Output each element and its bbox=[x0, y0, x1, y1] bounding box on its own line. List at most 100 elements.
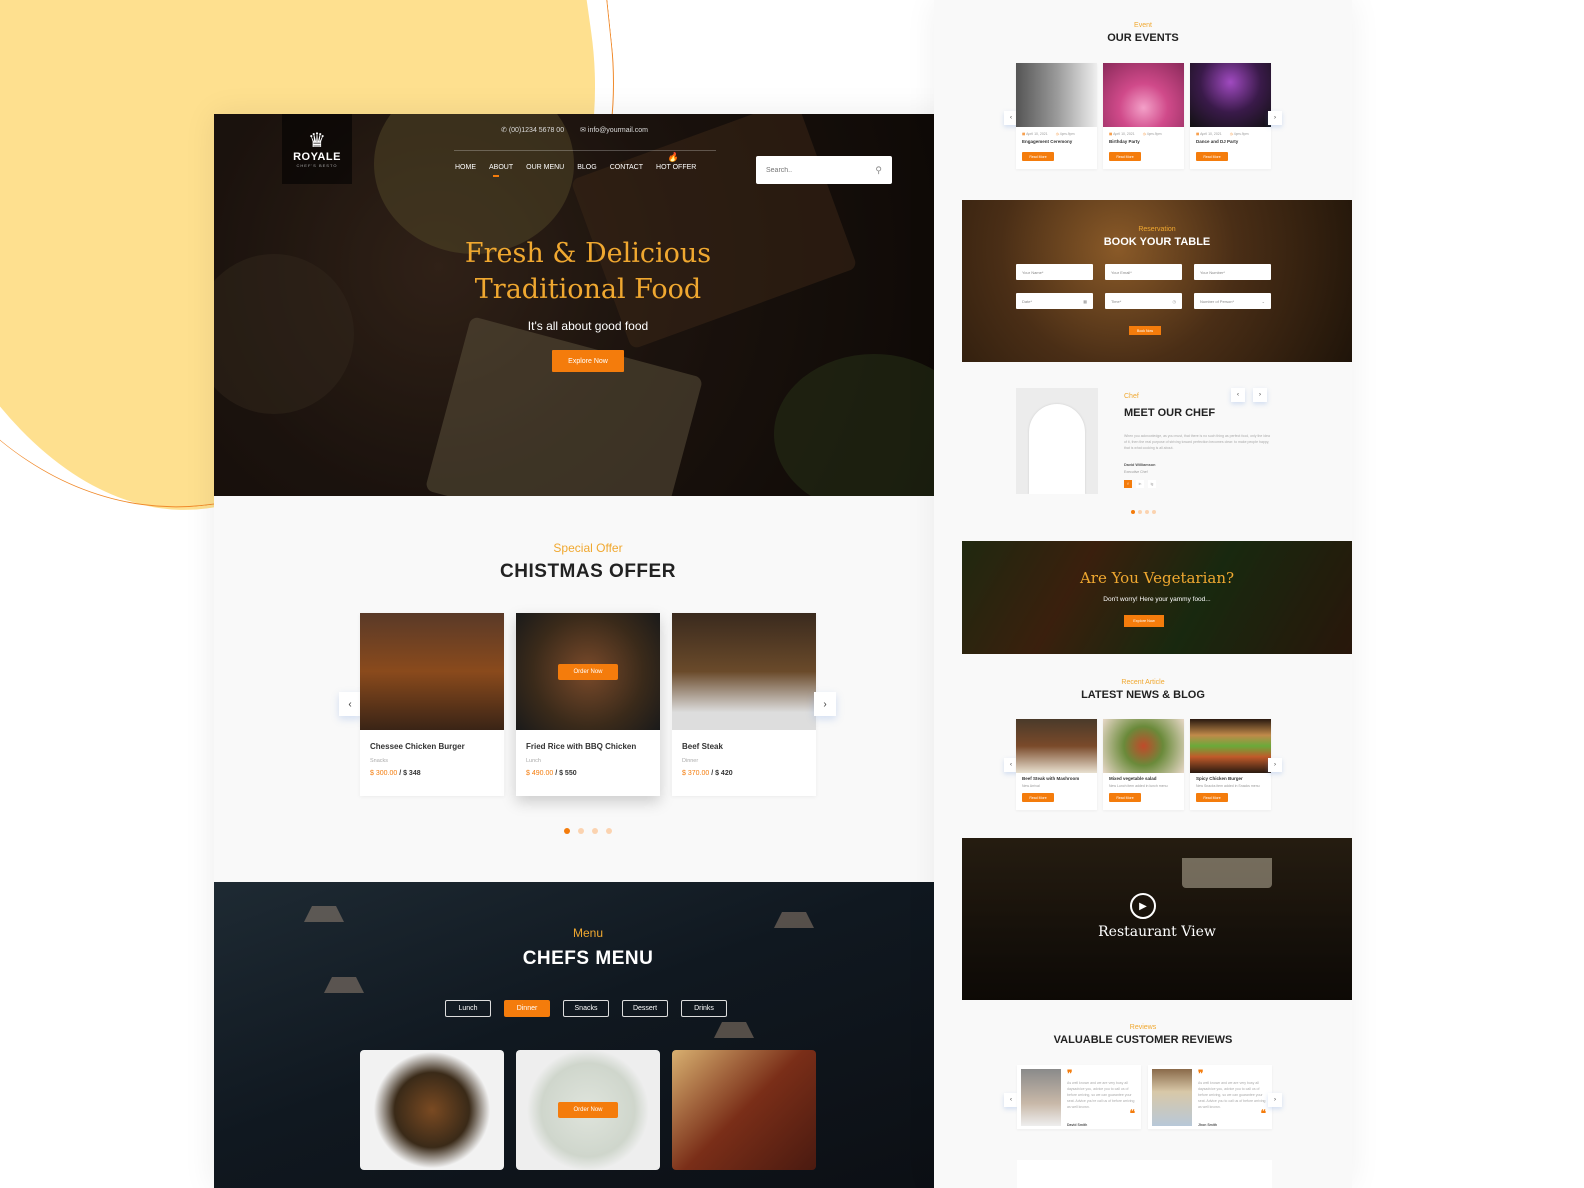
dot[interactable] bbox=[592, 828, 598, 834]
offer-card[interactable]: Beef Steak Dinner $ 370.00 / $ 420 bbox=[672, 613, 816, 796]
event-card[interactable]: ▦ April 10, 2021 ◷ 4pm-9pm Dance and DJ P… bbox=[1190, 63, 1271, 169]
email-field[interactable]: Your Email* bbox=[1105, 264, 1182, 280]
menu-item-card[interactable] bbox=[360, 1050, 504, 1170]
nav-about[interactable]: ABOUT bbox=[489, 164, 513, 177]
read-more-button[interactable]: Read More bbox=[1196, 152, 1228, 161]
tab-snacks[interactable]: Snacks bbox=[563, 1000, 609, 1017]
explore-now-button[interactable]: Explore Now bbox=[552, 350, 624, 372]
read-more-button[interactable]: Read More bbox=[1109, 793, 1141, 802]
main-nav: HOME ABOUT OUR MENU BLOG CONTACT 🔥 HOT OF… bbox=[455, 152, 696, 177]
quote-open-icon: ❞ bbox=[1198, 1069, 1204, 1080]
vegetarian-banner: Are You Vegetarian? Don't worry! Here yo… bbox=[962, 541, 1352, 654]
events-next-arrow[interactable]: › bbox=[1268, 111, 1282, 125]
logo[interactable]: ♛ ROYALE CHEF'S BESTO bbox=[282, 114, 352, 184]
section-title: CHEFS MENU bbox=[522, 948, 654, 969]
menu-item-card[interactable] bbox=[672, 1050, 816, 1170]
review-card: ❞ As well known and we are very busy all… bbox=[1148, 1065, 1272, 1129]
blog-image bbox=[1190, 719, 1271, 773]
nav-blog[interactable]: BLOG bbox=[577, 164, 596, 171]
event-card[interactable]: ▦ April 10, 2021 ◷ 4pm-9pm Engagement Cer… bbox=[1016, 63, 1097, 169]
events-section: Event OUR EVENTS bbox=[1107, 22, 1179, 44]
chef-hat-icon: ♛ bbox=[308, 129, 326, 152]
dot[interactable] bbox=[1130, 510, 1135, 514]
booking-section: Reservation BOOK YOUR TABLE Your Name* Y… bbox=[962, 200, 1352, 362]
hero-subtitle: It's all about good food bbox=[527, 319, 649, 333]
linkedin-icon[interactable]: in bbox=[1136, 480, 1144, 488]
chef-role: Executive Chef bbox=[1124, 470, 1148, 474]
section-kicker: Special Offer bbox=[553, 541, 623, 555]
time-field[interactable]: Time* ◷ bbox=[1105, 293, 1182, 309]
book-now-button[interactable]: Book Now bbox=[1129, 326, 1161, 335]
section-title: MEET OUR CHEF bbox=[1124, 407, 1216, 419]
blog-card[interactable]: Spicy Chicken Burger New Snacks item add… bbox=[1190, 719, 1271, 810]
search-input[interactable] bbox=[766, 166, 856, 174]
nav-home[interactable]: HOME bbox=[455, 164, 476, 171]
dot[interactable] bbox=[1151, 510, 1156, 514]
facebook-icon[interactable]: f bbox=[1124, 480, 1132, 488]
blog-card[interactable]: Mixed vegetable salad New Lunch item add… bbox=[1103, 719, 1184, 810]
divider bbox=[454, 150, 716, 151]
number-field[interactable]: Your Number* bbox=[1194, 264, 1271, 280]
blog-image bbox=[1016, 719, 1097, 773]
dot[interactable] bbox=[578, 828, 584, 834]
contact-bar: ✆ (00)1234 5678 00 ✉ info@yourmail.com bbox=[501, 126, 648, 134]
nav-our-menu[interactable]: OUR MENU bbox=[526, 164, 564, 171]
play-icon[interactable]: ▶ bbox=[1130, 893, 1156, 919]
tab-drinks[interactable]: Drinks bbox=[681, 1000, 727, 1017]
dot[interactable] bbox=[1144, 510, 1149, 514]
menu-cards: Order Now bbox=[360, 1050, 816, 1170]
offer-carousel: Chessee Chicken Burger Snacks $ 300.00 /… bbox=[360, 613, 816, 796]
quote-open-icon: ❞ bbox=[1067, 1069, 1073, 1080]
offer-card[interactable]: Chessee Chicken Burger Snacks $ 300.00 /… bbox=[360, 613, 504, 796]
explore-now-button[interactable]: Explore Now bbox=[1124, 615, 1164, 627]
restaurant-view-section: ▶ Restaurant View bbox=[962, 838, 1352, 1000]
prev-arrow[interactable]: ‹ bbox=[339, 692, 361, 716]
dot[interactable] bbox=[606, 828, 612, 834]
dot[interactable] bbox=[564, 828, 570, 834]
read-more-button[interactable]: Read More bbox=[1196, 793, 1228, 802]
search-icon[interactable]: ⚲ bbox=[875, 165, 882, 176]
blog-image bbox=[1103, 719, 1184, 773]
reviews-prev-arrow[interactable]: ‹ bbox=[1004, 1093, 1018, 1107]
menu-item-card[interactable]: Order Now bbox=[516, 1050, 660, 1170]
dot[interactable] bbox=[1137, 510, 1142, 514]
reviews-next-arrow[interactable]: › bbox=[1268, 1093, 1282, 1107]
blog-section: Recent Article LATEST NEWS & BLOG bbox=[1081, 679, 1205, 701]
order-now-button[interactable]: Order Now bbox=[558, 663, 618, 680]
read-more-button[interactable]: Read More bbox=[1022, 152, 1054, 161]
menu-tabs: Lunch Dinner Snacks Dessert Drinks bbox=[445, 1000, 727, 1017]
quote-close-icon: ❝ bbox=[1260, 1109, 1266, 1120]
events-carousel: ▦ April 10, 2021 ◷ 4pm-9pm Engagement Cer… bbox=[1016, 63, 1271, 169]
blog-card[interactable]: Beef Steak with Mashroom New Arrival Rea… bbox=[1016, 719, 1097, 810]
reviewer-photo bbox=[1152, 1069, 1192, 1126]
offer-card[interactable]: Order Now Fried Rice with BBQ Chicken Lu… bbox=[516, 613, 660, 796]
tab-dinner[interactable]: Dinner bbox=[504, 1000, 550, 1017]
nav-hot-offer[interactable]: 🔥 HOT OFFER bbox=[656, 152, 696, 171]
event-card[interactable]: ▦ April 10, 2021 ◷ 4pm-9pm Birthday Party… bbox=[1103, 63, 1184, 169]
tab-lunch[interactable]: Lunch bbox=[445, 1000, 491, 1017]
read-more-button[interactable]: Read More bbox=[1109, 152, 1141, 161]
nav-contact[interactable]: CONTACT bbox=[610, 164, 643, 171]
clock-icon: ◷ bbox=[1172, 298, 1177, 304]
order-now-button[interactable]: Order Now bbox=[558, 1102, 618, 1118]
section-kicker: Menu bbox=[572, 926, 604, 940]
next-arrow[interactable]: › bbox=[814, 692, 836, 716]
section-title: CHISTMAS OFFER bbox=[500, 561, 676, 582]
read-more-button[interactable]: Read More bbox=[1022, 793, 1054, 802]
persons-select[interactable]: Number of Person* ⌄ bbox=[1194, 293, 1271, 309]
name-field[interactable]: Your Name* bbox=[1016, 264, 1093, 280]
inner-sections-mockup: Event OUR EVENTS ‹ ▦ April 10, 2021 ◷ 4pm… bbox=[934, 0, 1352, 1188]
blog-next-arrow[interactable]: › bbox=[1268, 758, 1282, 772]
date-field[interactable]: Date* ▦ bbox=[1016, 293, 1093, 309]
event-image bbox=[1190, 63, 1271, 127]
instagram-icon[interactable]: ig bbox=[1148, 480, 1156, 488]
phone-icon: ✆ bbox=[501, 127, 509, 134]
chef-photo bbox=[1016, 388, 1098, 494]
tab-dessert[interactable]: Dessert bbox=[622, 1000, 668, 1017]
chef-prev-arrow[interactable]: ‹ bbox=[1231, 388, 1245, 402]
phone-info[interactable]: ✆ (00)1234 5678 00 bbox=[501, 126, 564, 134]
chefs-menu-section: Menu CHEFS MENU Lunch Dinner Snacks Dess… bbox=[214, 882, 962, 1188]
email-info[interactable]: ✉ info@yourmail.com bbox=[580, 126, 648, 134]
banner-title: Are You Vegetarian? bbox=[1079, 569, 1235, 587]
chef-next-arrow[interactable]: › bbox=[1253, 388, 1267, 402]
